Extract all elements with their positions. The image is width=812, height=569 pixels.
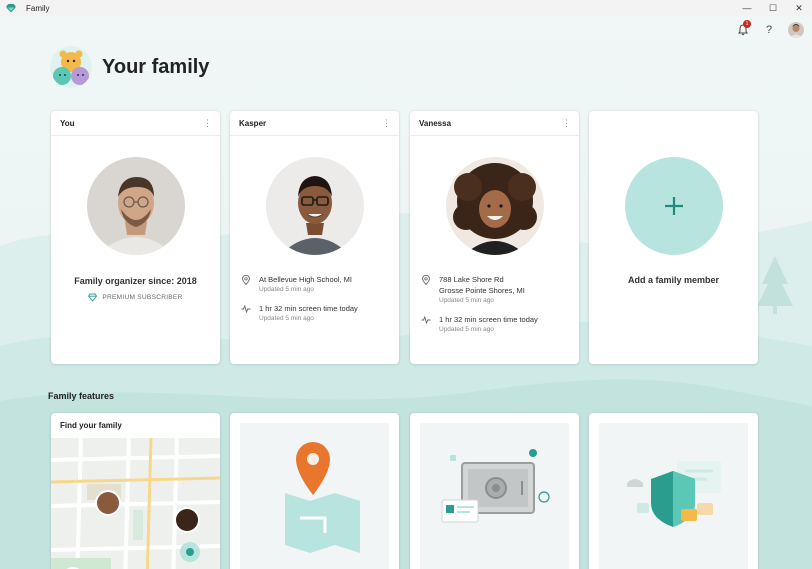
member-card-you[interactable]: You ⋮ Family organizer since: 2018 PREMI… — [51, 111, 220, 364]
feature-illustration — [420, 423, 569, 569]
screen-time-text: 1 hr 32 min screen time today — [439, 315, 538, 324]
member-name: Kasper — [239, 118, 267, 128]
minimize-button[interactable]: — — [734, 0, 760, 16]
member-name: You — [60, 118, 75, 128]
more-options-icon[interactable]: ⋮ — [562, 118, 571, 129]
member-card-vanessa[interactable]: Vanessa ⋮ 788 Lake Shore Rd Grosse Point… — [410, 111, 579, 364]
activity-pulse-icon — [421, 315, 431, 325]
kasper-portrait-image — [265, 157, 364, 255]
organizer-portrait-image — [86, 157, 185, 255]
location-updated: Updated 5 min ago — [259, 286, 314, 293]
user-avatar-image — [788, 22, 804, 38]
feature-title: Find your family — [60, 421, 122, 430]
screen-time-updated: Updated 5 min ago — [259, 315, 314, 322]
activity-pulse-icon — [241, 304, 251, 314]
notification-count-badge: 1 — [743, 20, 751, 28]
feature-illustration — [240, 423, 389, 569]
help-button[interactable]: ? — [762, 24, 776, 36]
add-member-label: Add a family member — [627, 275, 720, 285]
organizer-since: Family organizer since: 2018 — [74, 276, 197, 286]
feature-card-location[interactable] — [230, 413, 399, 569]
shield-illustration — [627, 461, 721, 527]
feature-illustration — [599, 423, 748, 569]
section-title-family-features: Family features — [48, 391, 115, 401]
title-bar: Family — ☐ ✕ — [0, 0, 812, 16]
premium-badge: PREMIUM SUBSCRIBER — [51, 293, 220, 302]
location-row: 788 Lake Shore Rd Grosse Pointe Shores, … — [421, 274, 525, 306]
location-line-1: 788 Lake Shore Rd — [439, 275, 504, 284]
family-app-icon — [6, 4, 16, 13]
add-family-member-card[interactable]: Add a family member — [589, 111, 758, 364]
member-card-kasper[interactable]: Kasper ⋮ At Bellevue High School, MI Upd… — [230, 111, 399, 364]
family-map[interactable] — [51, 438, 220, 569]
notifications-button[interactable]: 1 — [736, 20, 751, 37]
safe-illustration — [441, 449, 550, 523]
location-pin-icon — [422, 275, 430, 285]
account-avatar[interactable] — [788, 22, 804, 38]
page-title: Your family — [102, 55, 210, 78]
location-updated: Updated 5 min ago — [439, 297, 494, 304]
family-bears-image — [50, 46, 92, 88]
premium-label: PREMIUM SUBSCRIBER — [102, 294, 183, 301]
close-button[interactable]: ✕ — [786, 0, 812, 16]
location-line-2: Grosse Pointe Shores, MI — [439, 286, 525, 295]
screen-time-updated: Updated 5 min ago — [439, 326, 494, 333]
family-group-avatar — [50, 46, 92, 88]
diamond-icon — [88, 293, 98, 302]
more-options-icon[interactable]: ⋮ — [382, 118, 391, 129]
member-photo — [445, 157, 544, 255]
window-title: Family — [26, 3, 50, 13]
plus-icon — [664, 197, 683, 215]
screen-time-text: 1 hr 32 min screen time today — [259, 304, 358, 313]
feature-card-find-family[interactable]: Find your family — [51, 413, 220, 569]
feature-card-spending[interactable] — [410, 413, 579, 569]
member-name: Vanessa — [419, 118, 452, 128]
member-photo — [86, 157, 185, 255]
location-text: At Bellevue High School, MI — [259, 275, 352, 284]
screen-time-row: 1 hr 32 min screen time today Updated 5 … — [241, 303, 358, 324]
top-actions: 1 ? — [736, 20, 804, 38]
page-header: Your family — [50, 46, 209, 88]
member-photo — [265, 157, 364, 255]
vanessa-portrait-image — [445, 157, 544, 255]
map-pin-illustration — [285, 442, 360, 553]
screen-time-row: 1 hr 32 min screen time today Updated 5 … — [421, 314, 538, 335]
feature-card-content-filters[interactable] — [589, 413, 758, 569]
window-controls: — ☐ ✕ — [734, 0, 812, 16]
location-pin-icon — [242, 275, 250, 285]
maximize-button[interactable]: ☐ — [760, 0, 786, 16]
add-member-button[interactable] — [624, 157, 723, 255]
more-options-icon[interactable]: ⋮ — [203, 118, 212, 129]
location-row: At Bellevue High School, MI Updated 5 mi… — [241, 274, 352, 295]
